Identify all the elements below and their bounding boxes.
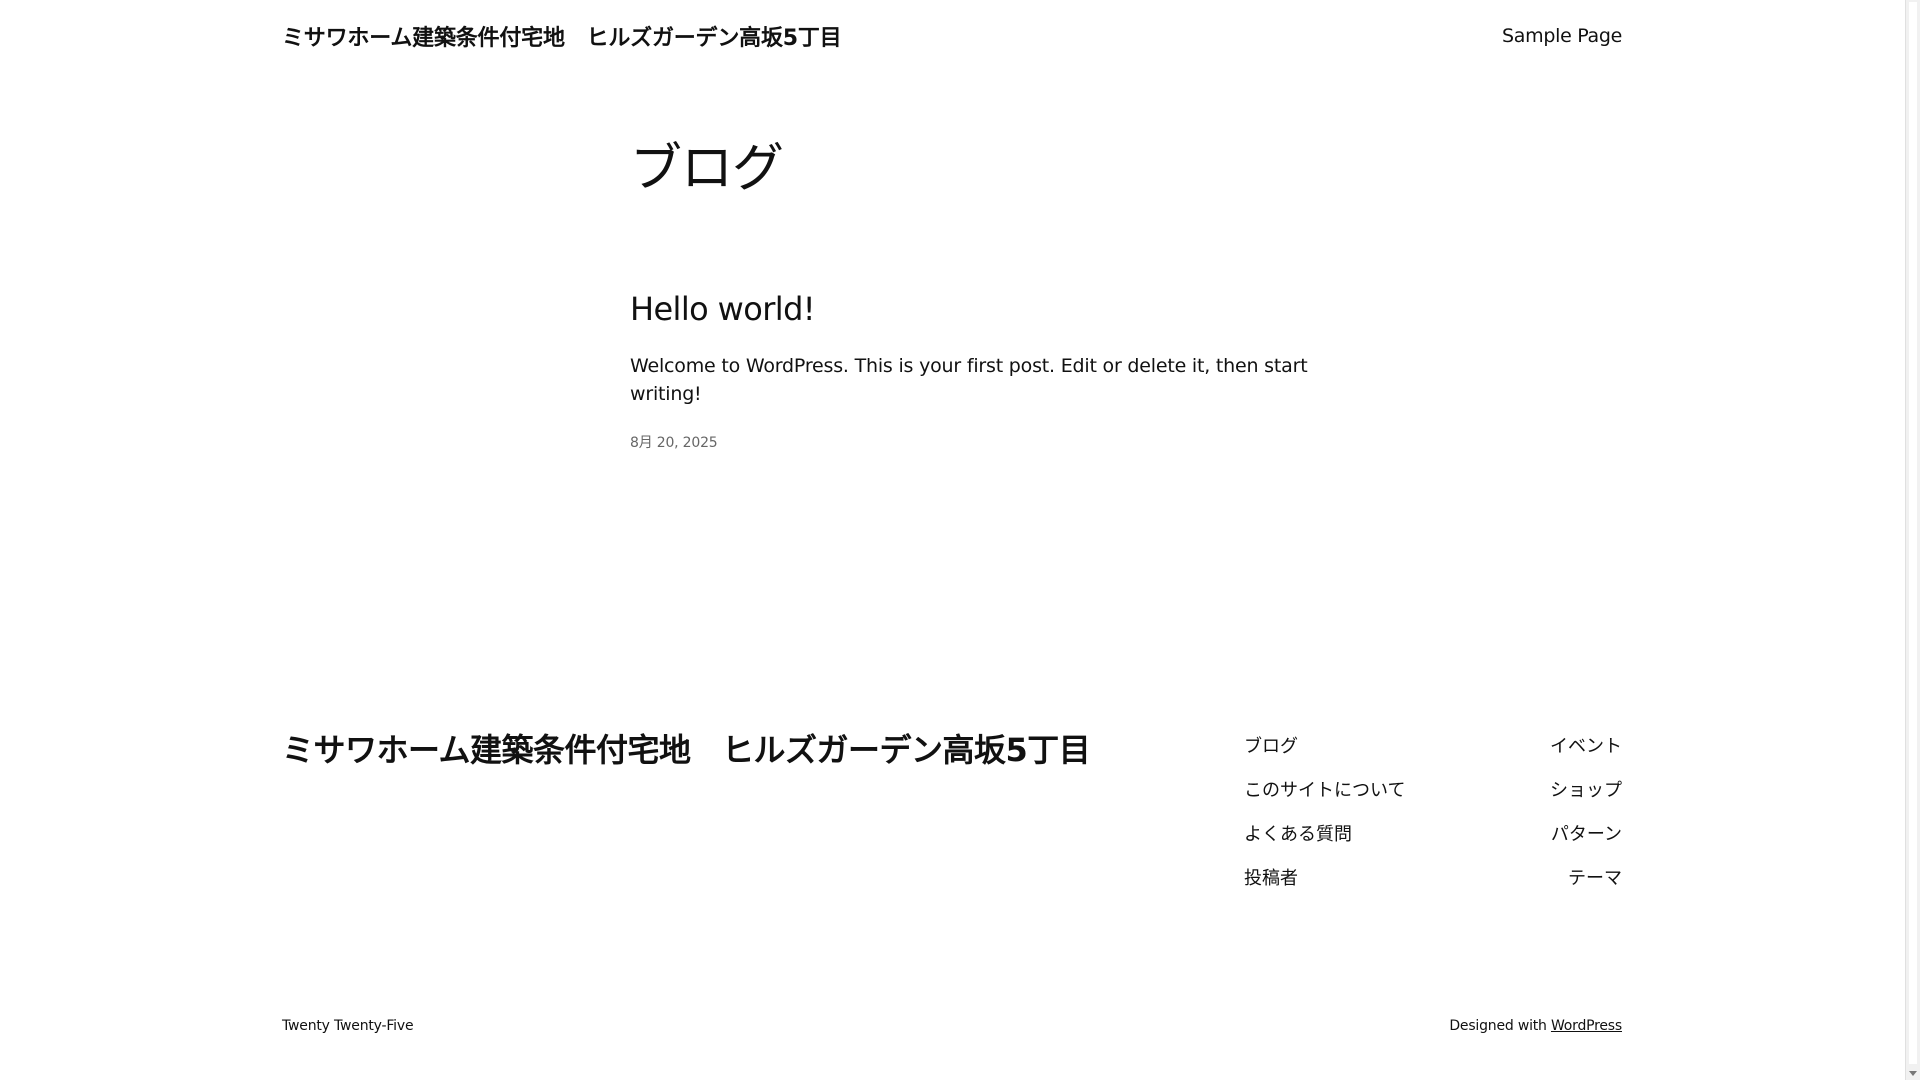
scrollbar-thumb[interactable] <box>1909 2 1917 1064</box>
primary-nav: Sample Page <box>1502 25 1622 47</box>
footer-link-blog[interactable]: ブログ <box>1244 725 1405 769</box>
main-content: ブログ Hello world! Welcome to WordPress. T… <box>630 130 1330 452</box>
chevron-down-icon[interactable] <box>1906 1066 1920 1080</box>
footer-link-authors[interactable]: 投稿者 <box>1244 857 1405 901</box>
post-excerpt: Welcome to WordPress. This is your first… <box>630 355 1308 405</box>
post-item: Hello world! Welcome to WordPress. This … <box>630 286 1330 452</box>
vertical-scrollbar[interactable] <box>1905 0 1920 1080</box>
footer-bottom: Twenty Twenty-Five Designed with WordPre… <box>282 1018 1622 1034</box>
page: ミサワホーム建築条件付宅地 ヒルズガーデン高坂5丁目 Sample Page ブ… <box>0 0 1920 1080</box>
footer-link-events[interactable]: イベント <box>1550 725 1622 769</box>
footer-link-shop[interactable]: ショップ <box>1550 769 1622 813</box>
nav-sample-page[interactable]: Sample Page <box>1502 25 1622 47</box>
post-title: Hello world! <box>630 286 1330 332</box>
theme-name: Twenty Twenty-Five <box>282 1018 414 1034</box>
footer-site-title-link[interactable]: ミサワホーム建築条件付宅地 ヒルズガーデン高坂5丁目 <box>282 725 1091 771</box>
footer-top: ミサワホーム建築条件付宅地 ヒルズガーデン高坂5丁目 ブログ このサイトについて… <box>282 725 1622 905</box>
footer-nav-column-1: ブログ このサイトについて よくある質問 投稿者 <box>1244 725 1405 901</box>
post-date-link[interactable]: 8月 20, 2025 <box>630 435 718 451</box>
footer-link-patterns[interactable]: パターン <box>1551 813 1622 857</box>
credits: Designed with WordPress <box>1449 1018 1622 1034</box>
site-header: ミサワホーム建築条件付宅地 ヒルズガーデン高坂5丁目 Sample Page <box>282 18 1622 54</box>
footer-link-themes[interactable]: テーマ <box>1568 857 1622 901</box>
footer-link-faq[interactable]: よくある質問 <box>1244 813 1405 857</box>
footer-link-about[interactable]: このサイトについて <box>1244 769 1405 813</box>
wordpress-link[interactable]: WordPress <box>1551 1018 1622 1034</box>
page-title: ブログ <box>630 139 784 199</box>
site-title-link[interactable]: ミサワホーム建築条件付宅地 ヒルズガーデン高坂5丁目 <box>282 20 842 52</box>
credits-prefix: Designed with <box>1449 1018 1551 1034</box>
post-date: 8月 20, 2025 <box>630 432 1330 452</box>
footer-nav-column-2: イベント ショップ パターン テーマ <box>1550 725 1622 901</box>
post-title-link[interactable]: Hello world! <box>630 290 816 328</box>
